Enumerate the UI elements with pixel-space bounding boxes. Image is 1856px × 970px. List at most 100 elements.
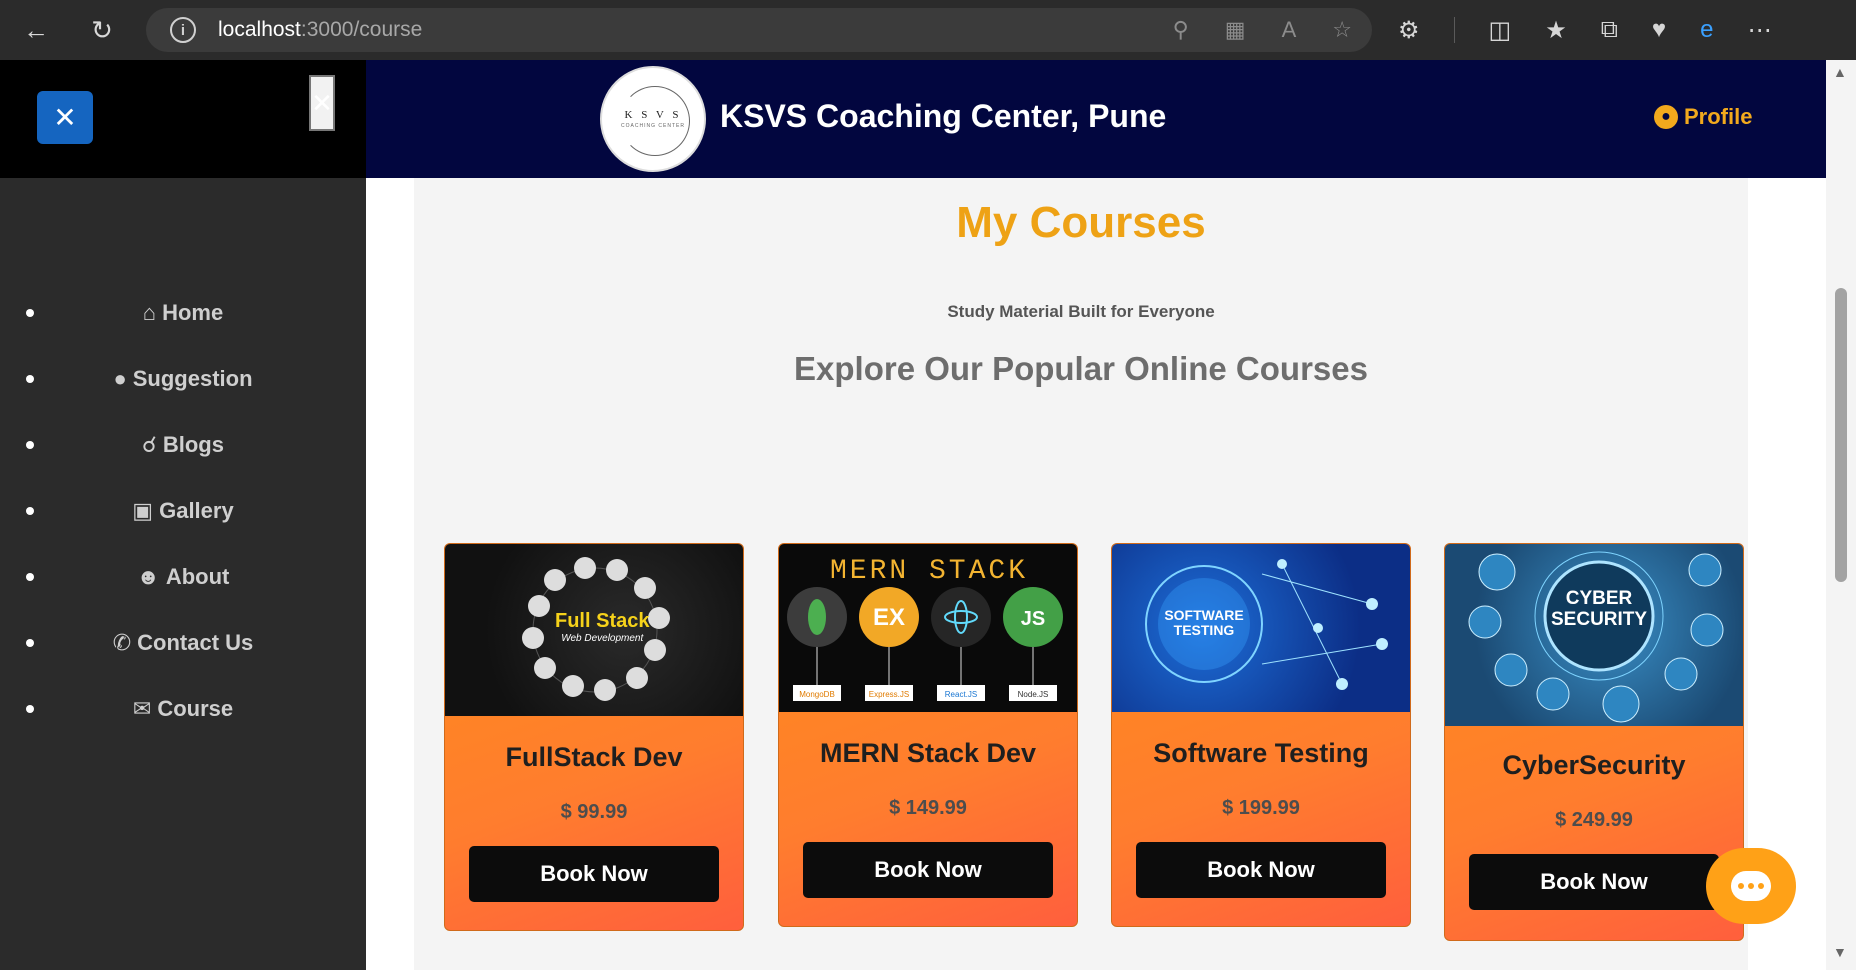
bullet bbox=[26, 573, 34, 581]
site-header: K S V S COACHING CENTER KSVS Coaching Ce… bbox=[366, 60, 1826, 178]
key-icon[interactable]: ⚲ bbox=[1173, 17, 1189, 43]
bullet bbox=[26, 705, 34, 713]
web-page: ✕ ✕ ⌂ Home ● Suggestion ☌ Blogs ▣ Galler… bbox=[0, 60, 1856, 970]
favorite-star-icon[interactable]: ☆ bbox=[1332, 17, 1352, 43]
site-logo[interactable]: K S V S COACHING CENTER bbox=[600, 66, 706, 172]
phone-icon: ✆ bbox=[112, 630, 132, 655]
health-icon[interactable]: ♥ bbox=[1652, 16, 1666, 44]
mern-label: React.JS bbox=[945, 690, 977, 699]
lightbulb-icon: ● bbox=[113, 366, 127, 391]
sidebar-item-label: Course bbox=[157, 696, 234, 721]
sidebar-item-course[interactable]: ✉ Course bbox=[0, 676, 366, 742]
course-card: CYBER SECURITY CyberSecurity $ 249.99 Bo… bbox=[1444, 543, 1744, 941]
user-circle-icon: ● bbox=[1654, 105, 1678, 129]
sidebar: ✕ ✕ ⌂ Home ● Suggestion ☌ Blogs ▣ Galler… bbox=[0, 60, 366, 970]
scroll-down-arrow-icon[interactable]: ▼ bbox=[1833, 944, 1847, 960]
site-info-icon[interactable]: i bbox=[170, 17, 196, 43]
mern-icon-text: JS bbox=[1021, 608, 1045, 630]
sidebar-item-label: Contact Us bbox=[137, 630, 254, 655]
sidebar-item-label: About bbox=[165, 564, 230, 589]
main-content: My Courses Study Material Built for Ever… bbox=[414, 178, 1748, 970]
profile-link[interactable]: ● Profile bbox=[1654, 104, 1752, 130]
more-menu-icon[interactable]: ⋯ bbox=[1747, 16, 1771, 45]
chat-bubble-icon bbox=[1731, 871, 1771, 901]
tagline: Study Material Built for Everyone bbox=[947, 302, 1215, 321]
sidebar-item-label: Home bbox=[162, 300, 224, 325]
envelope-icon: ✉ bbox=[132, 696, 152, 721]
blog-icon: ☌ bbox=[142, 432, 157, 457]
sidebar-item-blogs[interactable]: ☌ Blogs bbox=[0, 412, 366, 478]
bullet bbox=[26, 507, 34, 515]
home-icon: ⌂ bbox=[142, 300, 157, 325]
course-image-text: Full Stack bbox=[555, 610, 650, 632]
course-title: MERN Stack Dev bbox=[819, 738, 1037, 768]
sidebar-top: ✕ ✕ bbox=[0, 60, 366, 178]
course-image: SOFTWARE TESTING bbox=[1112, 544, 1410, 712]
read-aloud-icon[interactable]: A bbox=[1282, 17, 1297, 43]
mern-label: MongoDB bbox=[799, 690, 835, 699]
sidebar-item-gallery[interactable]: ▣ Gallery bbox=[0, 478, 366, 544]
course-price: $ 149.99 bbox=[889, 797, 967, 819]
course-price: $ 199.99 bbox=[1222, 797, 1300, 819]
bullet bbox=[26, 441, 34, 449]
course-image-subtext: Web Development bbox=[561, 633, 644, 644]
toolbar-divider bbox=[1453, 17, 1455, 43]
course-image-text: CYBER SECURITY bbox=[1551, 588, 1648, 630]
sidebar-item-label: Blogs bbox=[162, 432, 224, 457]
bullet bbox=[26, 375, 34, 383]
course-title: Software Testing bbox=[1153, 738, 1369, 768]
book-now-button[interactable]: Book Now bbox=[1136, 842, 1386, 898]
bullet bbox=[26, 309, 34, 317]
book-now-button[interactable]: Book Now bbox=[469, 846, 719, 902]
section-heading: Explore Our Popular Online Courses bbox=[794, 350, 1368, 387]
mern-icon-text: EX bbox=[873, 604, 905, 631]
course-card: Full Stack Web Development FullStack Dev… bbox=[444, 543, 744, 931]
profile-label: Profile bbox=[1684, 104, 1753, 129]
scroll-thumb[interactable] bbox=[1835, 288, 1847, 582]
course-title: FullStack Dev bbox=[505, 742, 683, 772]
course-image: Full Stack Web Development bbox=[445, 544, 743, 716]
gallery-icon: ▣ bbox=[132, 498, 154, 523]
chat-button[interactable] bbox=[1706, 848, 1796, 924]
page-scrollbar[interactable]: ▲ ▼ bbox=[1826, 60, 1856, 970]
course-image: CYBER SECURITY bbox=[1445, 544, 1743, 726]
book-now-button[interactable]: Book Now bbox=[803, 842, 1053, 898]
logo-ring bbox=[620, 86, 690, 156]
close-sidebar-button[interactable]: ✕ bbox=[37, 91, 93, 144]
mern-label: Express.JS bbox=[869, 690, 909, 699]
address-bar[interactable]: i localhost:3000/course ⚲ ▦ A ☆ bbox=[146, 8, 1372, 52]
course-image-text: SOFTWARE TESTING bbox=[1164, 607, 1244, 638]
course-title: CyberSecurity bbox=[1502, 750, 1686, 780]
browser-toolbar: ← ↻ i localhost:3000/course ⚲ ▦ A ☆ ⚙ ◫ … bbox=[0, 0, 1856, 60]
apps-icon[interactable]: ▦ bbox=[1225, 17, 1246, 43]
sidebar-item-suggestion[interactable]: ● Suggestion bbox=[0, 346, 366, 412]
course-card: MERN STACK EX JS MongoDB Express.JS Reac… bbox=[778, 543, 1078, 927]
site-title: KSVS Coaching Center, Pune bbox=[720, 98, 1167, 134]
extensions-icon[interactable]: ⚙ bbox=[1398, 16, 1420, 45]
course-image: MERN STACK EX JS MongoDB Express.JS Reac… bbox=[779, 544, 1077, 712]
course-card: SOFTWARE TESTING Software Testing $ 199.… bbox=[1111, 543, 1411, 927]
sidebar-item-home[interactable]: ⌂ Home bbox=[0, 280, 366, 346]
sidebar-menu: ⌂ Home ● Suggestion ☌ Blogs ▣ Gallery ☻ bbox=[0, 280, 366, 742]
sidebar-item-about[interactable]: ☻ About bbox=[0, 544, 366, 610]
refresh-icon[interactable]: ↻ bbox=[82, 10, 122, 50]
mern-illustration: EX JS MongoDB Express.JS React.JS Node.J… bbox=[787, 586, 1063, 701]
course-price: $ 99.99 bbox=[560, 801, 628, 823]
cyber-illustration bbox=[1468, 551, 1724, 723]
url-text[interactable]: localhost:3000/course bbox=[218, 18, 422, 42]
bullet bbox=[26, 639, 34, 647]
collections-icon[interactable]: ⧉ bbox=[1601, 16, 1618, 44]
page-title: My Courses bbox=[956, 198, 1206, 247]
user-icon: ☻ bbox=[136, 564, 160, 589]
sidebar-item-contact[interactable]: ✆ Contact Us bbox=[0, 610, 366, 676]
favorites-icon[interactable]: ★ bbox=[1545, 16, 1567, 45]
course-image-text: MERN STACK bbox=[829, 555, 1029, 587]
course-price: $ 249.99 bbox=[1555, 809, 1633, 831]
back-arrow-icon[interactable]: ← bbox=[16, 10, 56, 50]
edge-icon[interactable]: e bbox=[1700, 16, 1713, 44]
split-screen-icon[interactable]: ◫ bbox=[1489, 16, 1512, 45]
close-icon[interactable]: ✕ bbox=[309, 75, 335, 131]
scroll-up-arrow-icon[interactable]: ▲ bbox=[1833, 64, 1847, 80]
book-now-button[interactable]: Book Now bbox=[1469, 854, 1719, 910]
mern-label: Node.JS bbox=[1018, 690, 1049, 699]
